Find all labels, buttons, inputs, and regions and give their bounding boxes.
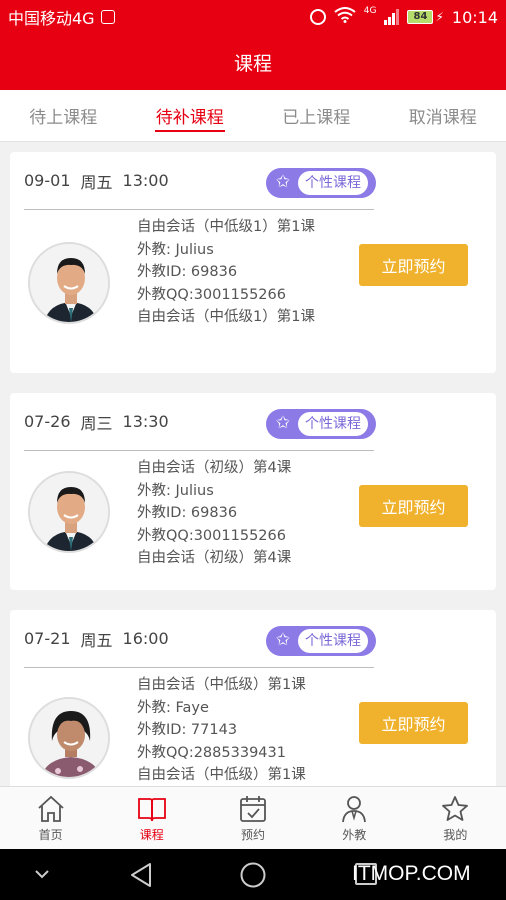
course-description: 自由会话（中低级）第1课 <box>137 767 306 783</box>
teacher-name: 外教: Julius <box>137 241 214 258</box>
page-title: 课程 <box>0 34 506 90</box>
course-weekday: 周五 <box>80 172 113 192</box>
calendar-check-icon <box>240 795 266 822</box>
home-circle-icon[interactable] <box>239 861 267 889</box>
course-info: 自由会话（中低级）第1课 外教: Faye 外教ID: 77143 外教QQ:2… <box>137 674 337 786</box>
back-icon[interactable] <box>128 861 154 889</box>
teacher-avatar <box>28 242 110 324</box>
nav-label: 预约 <box>241 827 266 842</box>
course-list[interactable]: 09-01 周五 13:00 ✩ 个性课程 自由会话（中低级1）第1课 外教: … <box>0 142 506 786</box>
course-name: 自由会话（中低级）第1课 <box>137 677 306 693</box>
watermark-text: ITMOP.COM <box>352 862 471 885</box>
badge-label: 个性课程 <box>298 412 368 436</box>
teacher-qq: 外教QQ:3001155266 <box>137 286 286 303</box>
charging-icon: ⚡ <box>435 10 444 24</box>
nav-home[interactable]: 首页 <box>0 787 101 849</box>
course-card: 09-01 周五 13:00 ✩ 个性课程 自由会话（中低级1）第1课 外教: … <box>10 152 496 373</box>
course-type-badge: ✩ 个性课程 <box>266 409 376 439</box>
book-now-button[interactable]: 立即预约 <box>359 702 468 744</box>
course-card: 07-21 周五 16:00 ✩ 个性课程 自由会话（中低级）第1课 外教: F… <box>10 610 496 786</box>
nav-teachers[interactable]: 外教 <box>304 787 405 849</box>
book-now-button[interactable]: 立即预约 <box>359 244 468 286</box>
course-name: 自由会话（中低级1）第1课 <box>137 219 315 235</box>
nav-label: 外教 <box>342 827 367 842</box>
book-icon <box>137 797 166 821</box>
tab-cancelled[interactable]: 取消课程 <box>380 90 506 141</box>
course-weekday: 周三 <box>80 413 113 433</box>
tab-completed[interactable]: 已上课程 <box>253 90 380 141</box>
course-weekday: 周五 <box>80 630 113 650</box>
course-description: 自由会话（中低级1）第1课 <box>137 309 315 325</box>
book-now-button[interactable]: 立即预约 <box>359 485 468 527</box>
carrier-label: 中国移动4G <box>8 9 95 28</box>
nav-label: 课程 <box>139 827 164 842</box>
course-description: 自由会话（初级）第4课 <box>137 550 292 566</box>
star-badge-icon: ✩ <box>275 413 291 433</box>
course-name: 自由会话（初级）第4课 <box>137 460 292 476</box>
course-tabs: 待上课程 待补课程 已上课程 取消课程 <box>0 90 506 142</box>
badge-label: 个性课程 <box>298 171 368 195</box>
course-date: 07-21 <box>24 629 71 648</box>
course-info: 自由会话（中低级1）第1课 外教: Julius 外教ID: 69836 外教Q… <box>137 216 337 329</box>
clock: 10:14 <box>451 7 498 27</box>
teacher-avatar <box>28 471 110 553</box>
teacher-id: 外教ID: 69836 <box>137 264 238 280</box>
teacher-name: 外教: Julius <box>137 482 214 499</box>
nav-label: 首页 <box>38 827 63 842</box>
star-badge-icon: ✩ <box>275 172 291 192</box>
course-type-badge: ✩ 个性课程 <box>266 626 376 656</box>
wifi-icon <box>334 7 356 27</box>
sim-icon <box>100 10 115 24</box>
course-type-badge: ✩ 个性课程 <box>266 168 376 198</box>
star-icon <box>442 795 469 821</box>
course-time: 13:30 <box>122 412 169 431</box>
teacher-icon <box>342 795 367 822</box>
teacher-avatar <box>28 697 110 779</box>
teacher-name: 外教: Faye <box>137 699 209 716</box>
teacher-id: 外教ID: 77143 <box>137 722 238 738</box>
nav-courses[interactable]: 课程 <box>101 787 202 849</box>
network-type-label: 4G <box>363 6 377 16</box>
course-date: 09-01 <box>24 171 71 190</box>
nav-label: 我的 <box>443 827 468 842</box>
signal-icon <box>384 9 400 25</box>
status-bar: 中国移动4G 4G 84 ⚡ 10:14 <box>0 0 506 34</box>
chevron-down-icon[interactable] <box>34 867 50 881</box>
course-info: 自由会话（初级）第4课 外教: Julius 外教ID: 69836 外教QQ:… <box>137 457 337 570</box>
star-badge-icon: ✩ <box>275 630 291 650</box>
course-card: 07-26 周三 13:30 ✩ 个性课程 自由会话（初级）第4课 外教: Ju… <box>10 393 496 590</box>
nav-profile[interactable]: 我的 <box>405 787 506 849</box>
badge-label: 个性课程 <box>298 629 368 653</box>
teacher-id: 外教ID: 69836 <box>137 505 238 521</box>
home-icon <box>37 795 64 822</box>
tab-makeup[interactable]: 待补课程 <box>127 90 254 141</box>
battery-icon: 84 ⚡ <box>407 10 444 24</box>
alarm-icon <box>309 9 326 25</box>
battery-level: 84 <box>407 10 434 24</box>
teacher-qq: 外教QQ:3001155266 <box>137 527 286 544</box>
tab-upcoming[interactable]: 待上课程 <box>0 90 127 141</box>
teacher-qq: 外教QQ:2885339431 <box>137 744 286 761</box>
bottom-nav: 首页 课程 预约 外教 我的 <box>0 786 506 849</box>
nav-booking[interactable]: 预约 <box>202 787 303 849</box>
course-time: 16:00 <box>122 629 169 648</box>
course-time: 13:00 <box>122 171 169 190</box>
course-date: 07-26 <box>24 412 71 431</box>
